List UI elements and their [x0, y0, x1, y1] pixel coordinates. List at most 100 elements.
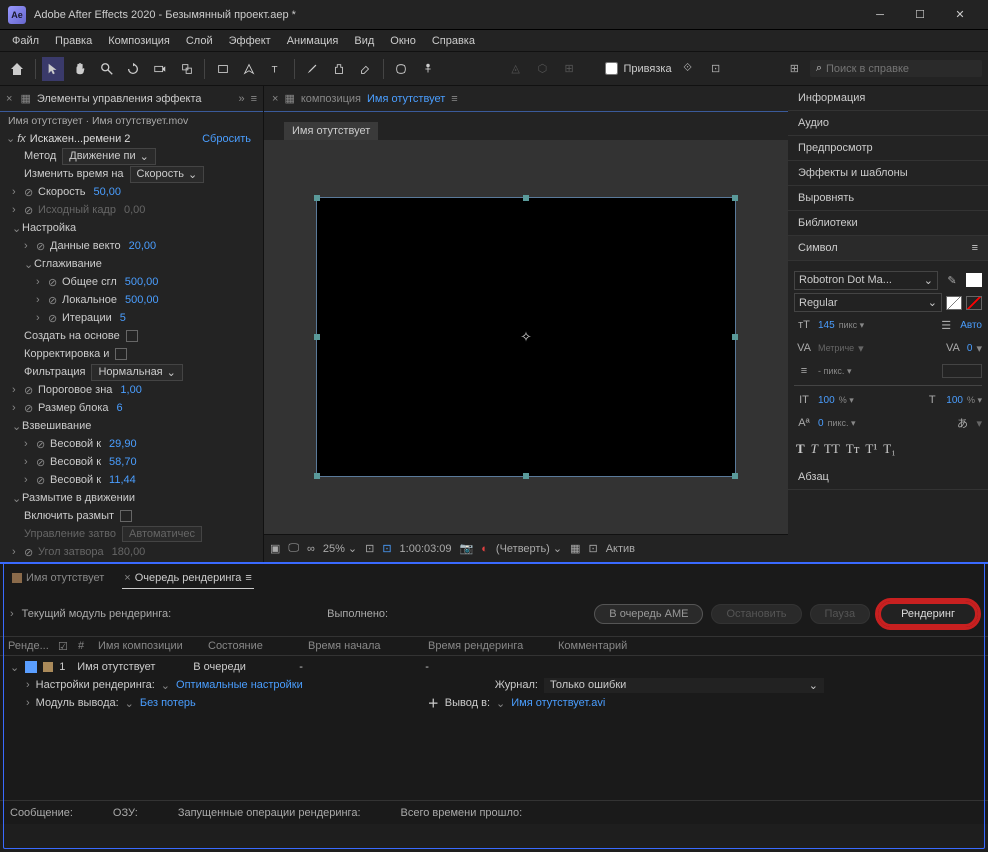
- w1-value[interactable]: 29,90: [109, 438, 137, 450]
- stopwatch-icon[interactable]: ⊘: [48, 276, 60, 288]
- rectangle-tool[interactable]: [211, 57, 234, 81]
- effect-reset-link[interactable]: Сбросить: [202, 133, 251, 145]
- panel-audio[interactable]: Аудио: [788, 111, 988, 136]
- stopwatch-icon[interactable]: ⊘: [36, 240, 48, 252]
- menu-help[interactable]: Справка: [426, 33, 481, 49]
- viewer-btn-3[interactable]: ∞: [307, 543, 315, 555]
- viewer-btn-4[interactable]: ⊡: [365, 542, 374, 555]
- panel-effects[interactable]: Эффекты и шаблоны: [788, 161, 988, 186]
- viewer-btn-2[interactable]: 🖵: [288, 542, 299, 555]
- font-size-value[interactable]: 145: [818, 320, 835, 331]
- output-file-link[interactable]: Имя отутствует.avi: [511, 697, 605, 709]
- zoom-dropdown[interactable]: 25% ⌄: [323, 542, 357, 555]
- stopwatch-icon[interactable]: ⊘: [36, 438, 48, 450]
- timeline-tab[interactable]: Имя отутствует: [10, 568, 106, 588]
- help-search-input[interactable]: [826, 63, 976, 75]
- tool-extra-3[interactable]: ⊞: [558, 57, 581, 81]
- effect-name[interactable]: Искажен...ремени 2: [30, 133, 131, 145]
- stopwatch-icon[interactable]: ⊘: [48, 312, 60, 324]
- menu-file[interactable]: Файл: [6, 33, 45, 49]
- panel-character[interactable]: Символ≡: [788, 236, 988, 261]
- local-value[interactable]: 500,00: [125, 294, 159, 306]
- effect-controls-tab[interactable]: Элементы управления эффекта: [37, 93, 202, 105]
- stroke-swatch[interactable]: [946, 296, 962, 310]
- w3-value[interactable]: 11,44: [109, 474, 136, 486]
- method-dropdown[interactable]: Движение пи⌄: [62, 148, 156, 165]
- panel-preview[interactable]: Предпросмотр: [788, 136, 988, 161]
- rq-item-checkbox[interactable]: [25, 661, 37, 673]
- panel-paragraph[interactable]: Абзац: [788, 465, 988, 490]
- comp-breadcrumb[interactable]: Имя отутствует: [284, 122, 378, 140]
- home-tool[interactable]: [6, 57, 29, 81]
- add-output-icon[interactable]: ＋: [428, 695, 439, 711]
- render-button[interactable]: Рендеринг: [878, 601, 978, 627]
- font-style-dropdown[interactable]: Regular⌄: [794, 293, 942, 312]
- panel-close-icon[interactable]: ×: [6, 93, 12, 105]
- viewer-btn-5[interactable]: ⊡: [382, 542, 391, 555]
- comp-close-icon[interactable]: ×: [272, 93, 278, 105]
- stopwatch-icon[interactable]: ⊘: [24, 402, 36, 414]
- panel-libraries[interactable]: Библиотеки: [788, 211, 988, 236]
- snap-checkbox[interactable]: [605, 62, 618, 75]
- brush-tool[interactable]: [301, 57, 324, 81]
- prop-tuning[interactable]: Настройка: [22, 222, 76, 234]
- text-tool[interactable]: T: [265, 57, 288, 81]
- maximize-button[interactable]: ☐: [900, 1, 940, 29]
- prop-motion-blur[interactable]: Размытие в движении: [22, 492, 135, 504]
- composition-viewer[interactable]: ✧: [264, 140, 788, 534]
- panel-menu-icon[interactable]: »: [238, 93, 244, 105]
- fill-swatch[interactable]: [966, 273, 982, 287]
- rq-item-row[interactable]: ⌄ 1 Имя отутствует В очереди --: [10, 658, 978, 676]
- global-value[interactable]: 500,00: [125, 276, 159, 288]
- color-icon[interactable]: ◐: [481, 543, 488, 555]
- roto-tool[interactable]: [390, 57, 413, 81]
- baseline-value[interactable]: 0: [818, 418, 824, 429]
- render-settings-link[interactable]: Оптимальные настройки: [176, 679, 303, 691]
- menu-layer[interactable]: Слой: [180, 33, 219, 49]
- allcaps-button[interactable]: TT: [824, 441, 840, 457]
- menu-composition[interactable]: Композиция: [102, 33, 176, 49]
- blur-checkbox[interactable]: [120, 510, 132, 522]
- minimize-button[interactable]: ─: [860, 1, 900, 29]
- journal-dropdown[interactable]: Только ошибки⌄: [544, 678, 824, 693]
- filter-dropdown[interactable]: Нормальная⌄: [91, 364, 182, 381]
- tool-extra-2[interactable]: ⬡: [531, 57, 554, 81]
- smallcaps-button[interactable]: Tᴛ: [846, 441, 860, 457]
- viewer-btn-7[interactable]: ⊡: [588, 542, 597, 555]
- viewer-btn-6[interactable]: ▦: [570, 542, 580, 555]
- help-search[interactable]: ⌕: [810, 60, 982, 77]
- font-dropdown[interactable]: Robotron Dot Ma...⌄: [794, 271, 938, 290]
- zoom-tool[interactable]: [95, 57, 118, 81]
- speed-value[interactable]: 50,00: [94, 186, 122, 198]
- kerning-value[interactable]: Метриче: [818, 343, 854, 353]
- panel-lock-icon[interactable]: ▦: [20, 92, 30, 105]
- time-dropdown[interactable]: Скорость⌄: [130, 166, 205, 183]
- comp-lock-icon[interactable]: ▦: [284, 92, 294, 105]
- clone-tool[interactable]: [327, 57, 350, 81]
- block-value[interactable]: 6: [117, 402, 123, 414]
- ame-button[interactable]: В очередь AME: [594, 604, 703, 624]
- menu-view[interactable]: Вид: [348, 33, 380, 49]
- vector-value[interactable]: 20,00: [129, 240, 157, 252]
- workspace-icon[interactable]: ⊞: [783, 57, 806, 81]
- hscale-value[interactable]: 100: [946, 395, 963, 406]
- viewer-btn-1[interactable]: ▣: [270, 542, 280, 555]
- w2-value[interactable]: 58,70: [109, 456, 137, 468]
- stopwatch-icon[interactable]: ⊘: [24, 384, 36, 396]
- tool-extra-1[interactable]: ◬: [504, 57, 527, 81]
- stopwatch-icon[interactable]: ⊘: [48, 294, 60, 306]
- italic-button[interactable]: T: [811, 441, 818, 457]
- render-queue-tab[interactable]: ×Очередь рендеринга≡: [122, 568, 254, 589]
- output-module-link[interactable]: Без потерь: [140, 697, 196, 709]
- stopwatch-icon[interactable]: ⊘: [36, 456, 48, 468]
- comp-menu-icon[interactable]: ≡: [451, 93, 457, 105]
- pan-behind-tool[interactable]: [176, 57, 199, 81]
- menu-edit[interactable]: Правка: [49, 33, 98, 49]
- prop-smoothing[interactable]: Сглаживание: [34, 258, 102, 270]
- pen-tool[interactable]: [238, 57, 261, 81]
- selection-tool[interactable]: [42, 57, 65, 81]
- subscript-button[interactable]: T₁: [883, 441, 895, 457]
- eyedropper-icon[interactable]: ✎: [942, 270, 962, 290]
- panel-align[interactable]: Выровнять: [788, 186, 988, 211]
- iter-value[interactable]: 5: [120, 312, 126, 324]
